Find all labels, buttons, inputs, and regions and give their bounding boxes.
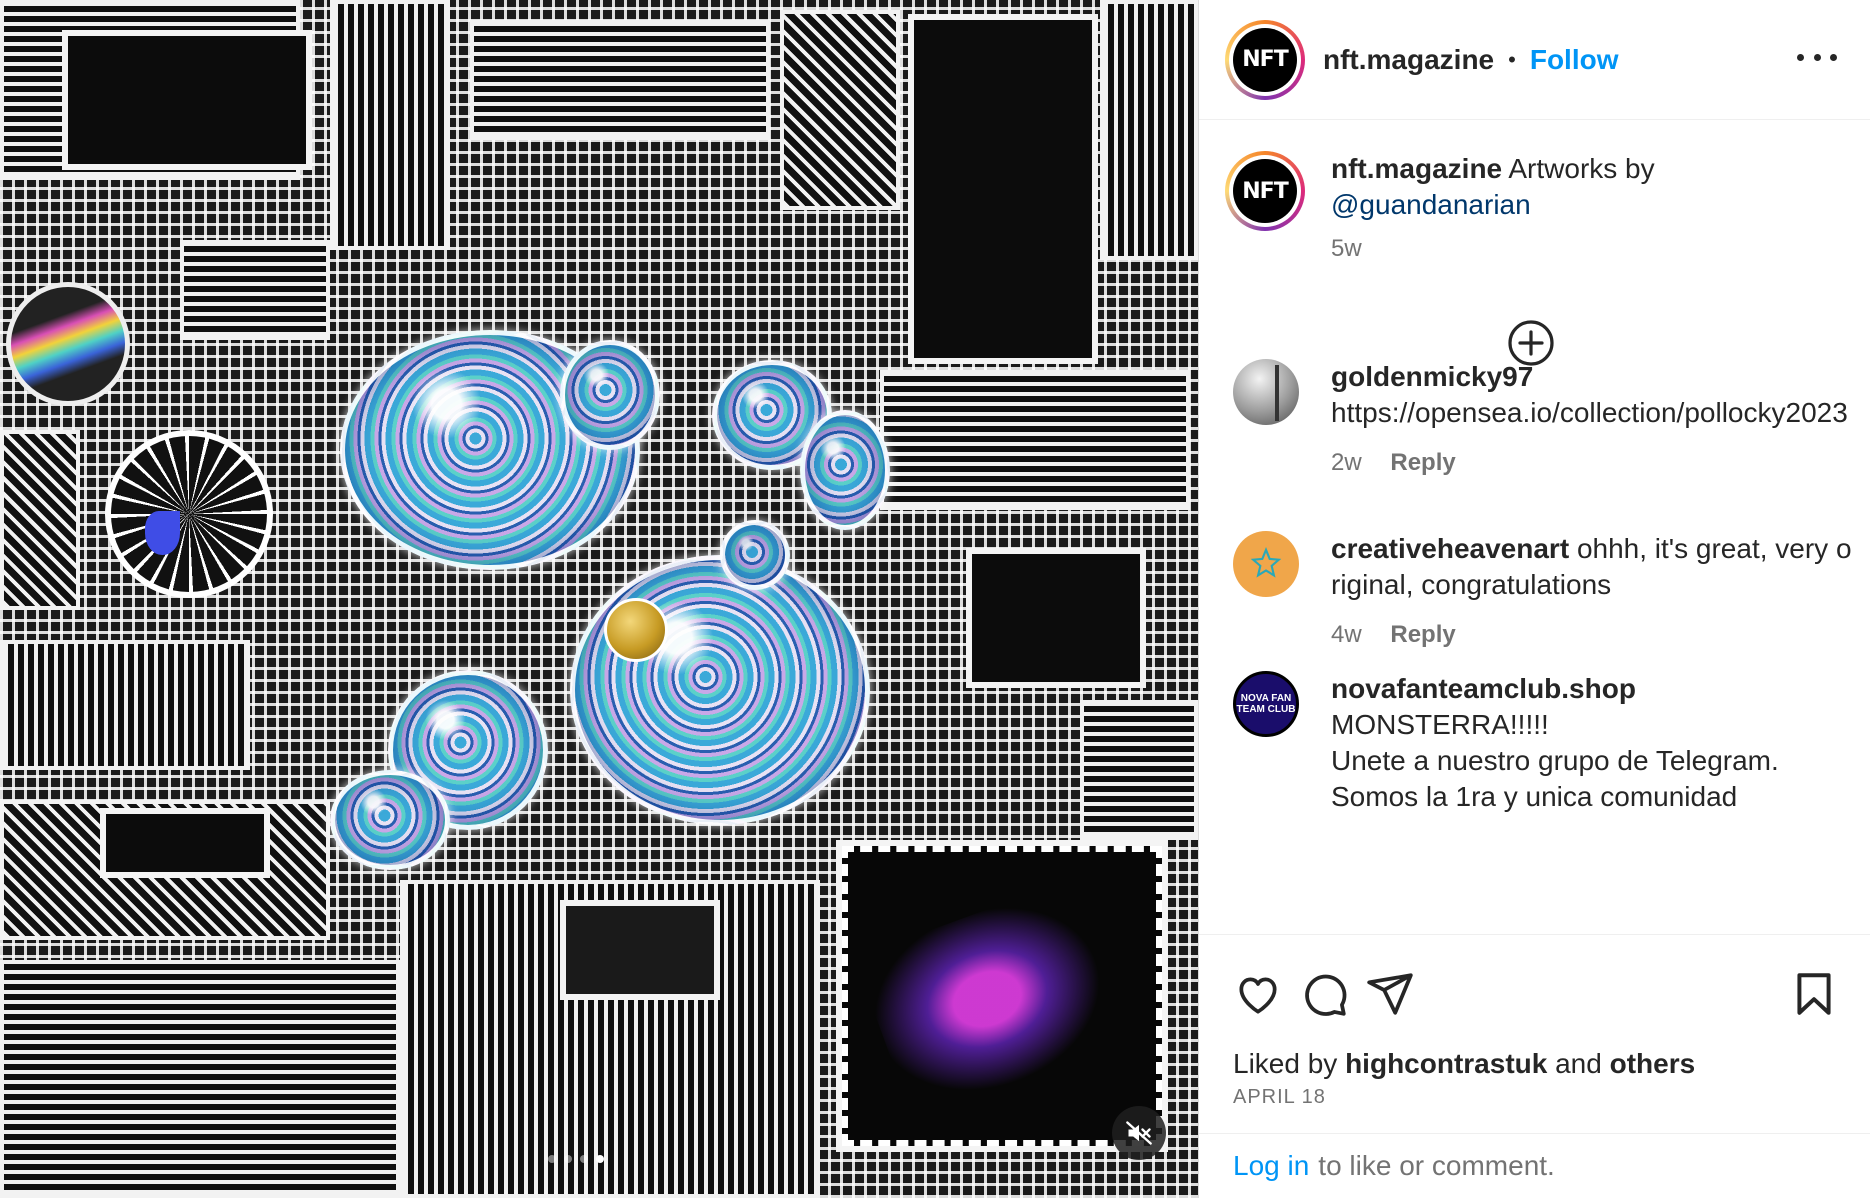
carousel-dots bbox=[548, 1155, 604, 1163]
nft-logo: NFT bbox=[1233, 159, 1297, 223]
caption-timestamp[interactable]: 5w bbox=[1331, 235, 1362, 262]
post-media[interactable] bbox=[0, 0, 1198, 1198]
liked-by-user[interactable]: highcontrastuk bbox=[1345, 1048, 1547, 1079]
speaker-muted-icon bbox=[1126, 1121, 1152, 1145]
comment-item: goldenmicky97 https://opensea.io/collect… bbox=[1233, 359, 1853, 477]
comment-text-line: MONSTERRA!!!!! bbox=[1331, 709, 1549, 740]
post-caption: NFT nft.magazine Artworks by @guandanari… bbox=[1225, 151, 1855, 263]
heart-icon bbox=[1239, 977, 1277, 1014]
separator-dot: • bbox=[1508, 46, 1516, 72]
nft-logo: NFT bbox=[1233, 27, 1297, 92]
paper-plane-icon bbox=[1367, 973, 1413, 1015]
symbol-panel bbox=[100, 808, 270, 878]
carousel-dot bbox=[580, 1155, 588, 1163]
comment-button[interactable] bbox=[1299, 969, 1351, 1021]
comment-text-line: Somos la 1ra y unica comunidad bbox=[1331, 781, 1738, 812]
login-link[interactable]: Log in bbox=[1233, 1150, 1309, 1182]
caption-body: Artworks by bbox=[1508, 153, 1655, 184]
chart-panel bbox=[966, 548, 1146, 688]
avatar[interactable] bbox=[1233, 531, 1299, 597]
reply-button[interactable]: Reply bbox=[1390, 621, 1455, 648]
wireframe-panel bbox=[908, 14, 1098, 364]
caption-meta: 5w bbox=[1331, 235, 1855, 263]
iridescent-blob bbox=[720, 520, 790, 590]
maze-tile bbox=[880, 370, 1190, 510]
comment-icon bbox=[1305, 974, 1347, 1016]
iridescent-blob bbox=[560, 340, 660, 450]
gold-coin bbox=[604, 598, 668, 662]
comment-username[interactable]: novafanteamclub.shop bbox=[1331, 673, 1636, 704]
mute-toggle-button[interactable] bbox=[1112, 1106, 1166, 1160]
post-author-username[interactable]: nft.magazine bbox=[1323, 44, 1494, 76]
comment-text-line: Unete a nuestro grupo de Telegram. bbox=[1331, 745, 1779, 776]
comments-list[interactable]: NFT nft.magazine Artworks by @guandanari… bbox=[1199, 121, 1870, 933]
comment-timestamp[interactable]: 4w bbox=[1331, 621, 1362, 648]
comment-meta: 2w Reply bbox=[1331, 449, 1853, 477]
star-logo-icon bbox=[1250, 547, 1282, 578]
comment-text: https://opensea.io/collection/pollocky20… bbox=[1331, 397, 1848, 428]
maze-tile bbox=[0, 640, 250, 770]
share-button[interactable] bbox=[1365, 969, 1417, 1021]
comment-meta: 4w Reply bbox=[1331, 621, 1853, 649]
like-button[interactable] bbox=[1233, 969, 1285, 1021]
more-options-icon[interactable] bbox=[1797, 42, 1837, 72]
save-button[interactable] bbox=[1789, 969, 1841, 1021]
comment-item: creativeheavenart ohhh, it's great, very… bbox=[1233, 531, 1853, 649]
maze-tile bbox=[1080, 700, 1198, 840]
pixel-art-panel bbox=[62, 30, 312, 170]
comment-item: NOVA FAN TEAM CLUB novafanteamclub.shop … bbox=[1233, 671, 1853, 815]
caption-mention[interactable]: @guandanarian bbox=[1331, 189, 1531, 220]
carousel-dot bbox=[548, 1155, 556, 1163]
avatar[interactable]: NFT bbox=[1225, 151, 1305, 231]
purple-artwork-panel bbox=[836, 840, 1168, 1152]
maze-tile bbox=[780, 10, 900, 210]
iridescent-blob bbox=[570, 555, 870, 825]
post-header: NFT nft.magazine • Follow bbox=[1199, 0, 1870, 120]
avatar[interactable]: NFT bbox=[1225, 19, 1305, 100]
caption-text: nft.magazine Artworks by @guandanarian bbox=[1331, 151, 1855, 223]
comment-username[interactable]: goldenmicky97 bbox=[1331, 361, 1533, 392]
maze-tile bbox=[0, 960, 400, 1198]
iridescent-blob bbox=[800, 410, 890, 530]
likes-summary: Liked by highcontrastuk and others bbox=[1233, 1048, 1696, 1079]
follow-button[interactable]: Follow bbox=[1530, 44, 1619, 76]
maze-tile bbox=[1100, 0, 1198, 260]
comment-username[interactable]: creativeheavenart bbox=[1331, 533, 1569, 564]
bookmark-icon bbox=[1797, 973, 1831, 1015]
avatar[interactable]: NOVA FAN TEAM CLUB bbox=[1233, 671, 1299, 737]
maze-tile bbox=[0, 430, 80, 610]
caption-username[interactable]: nft.magazine bbox=[1331, 153, 1502, 184]
wheel-graphic bbox=[105, 430, 273, 598]
comment-timestamp[interactable]: 2w bbox=[1331, 449, 1362, 476]
carousel-dot bbox=[564, 1155, 572, 1163]
maze-tile bbox=[330, 0, 450, 250]
login-prompt-text: to like or comment. bbox=[1318, 1150, 1555, 1181]
avatar[interactable] bbox=[1233, 359, 1299, 425]
cube-panel bbox=[560, 900, 720, 1000]
post-date[interactable]: APRIL 18 bbox=[1233, 1086, 1326, 1109]
login-prompt: Log in to like or comment. bbox=[1199, 1133, 1870, 1198]
iridescent-blob bbox=[330, 770, 450, 870]
post-sidebar: NFT nft.magazine • Follow NFT nft.magazi… bbox=[1198, 0, 1870, 1198]
carousel-dot-active bbox=[596, 1155, 604, 1163]
liked-by-others[interactable]: others bbox=[1610, 1048, 1696, 1079]
maze-tile bbox=[180, 240, 330, 340]
rainbow-orb bbox=[6, 282, 130, 406]
maze-tile bbox=[470, 20, 770, 140]
reply-button[interactable]: Reply bbox=[1390, 449, 1455, 476]
